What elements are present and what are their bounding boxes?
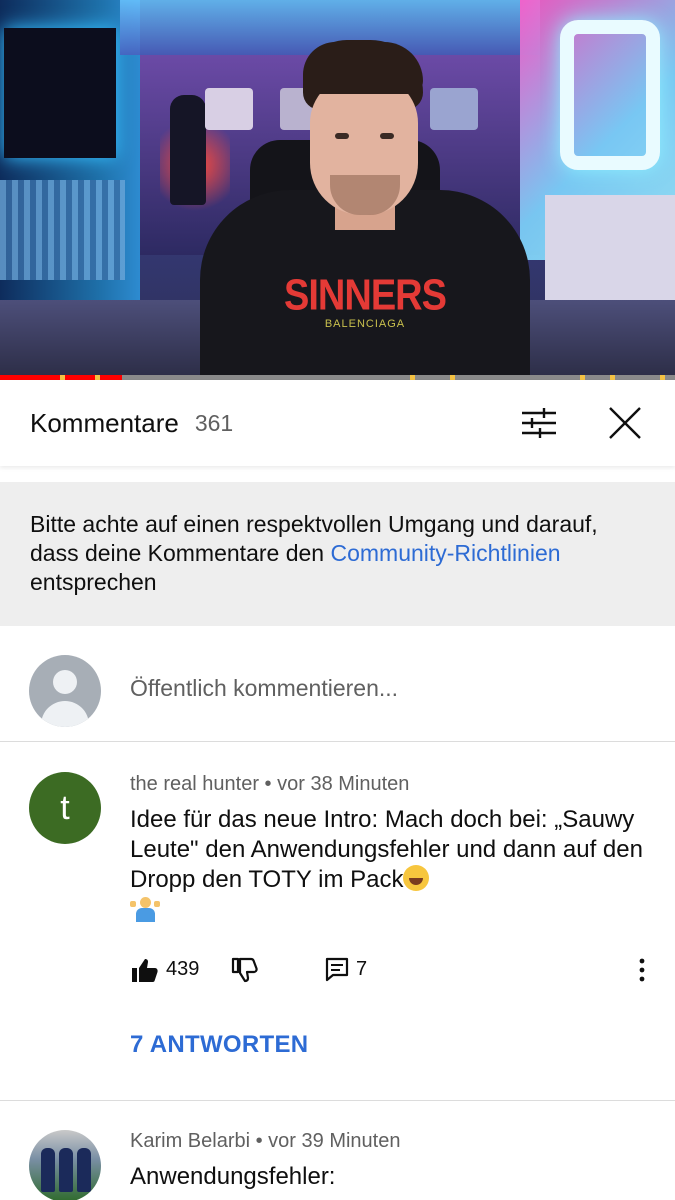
video-person	[380, 133, 394, 139]
more-options-icon[interactable]	[635, 957, 649, 983]
avatar	[29, 655, 101, 727]
comment-author[interactable]: the real hunter	[130, 773, 259, 795]
meta-separator: •	[264, 773, 278, 795]
comment-text: Idee für das neue Intro: Mach doch bei: …	[130, 805, 650, 925]
comment-meta: Karim Belarbi • vor 39 Minuten	[130, 1130, 400, 1153]
like-count: 439	[166, 958, 200, 980]
reply-icon[interactable]	[325, 957, 349, 983]
laughing-emoji-icon	[403, 865, 430, 891]
video-player[interactable]: SINNERS BALENCIAGA	[0, 0, 675, 378]
comment-author[interactable]: Karim Belarbi	[130, 1130, 250, 1152]
comment-body: Idee für das neue Intro: Mach doch bei: …	[130, 806, 643, 893]
community-guidelines-notice: Bitte achte auf einen respektvollen Umga…	[0, 482, 675, 626]
filter-sliders-icon[interactable]	[514, 402, 560, 444]
meta-separator: •	[255, 1130, 269, 1152]
view-replies-button[interactable]: 7 ANTWORTEN	[130, 1031, 308, 1059]
comments-count: 361	[194, 409, 234, 436]
avatar[interactable]	[29, 1130, 101, 1200]
thumbs-up-icon[interactable]	[130, 955, 160, 985]
thumbs-down-icon[interactable]	[230, 955, 260, 985]
shrug-emoji-icon	[130, 895, 160, 923]
shirt-print-subtext: BALENCIAGA	[324, 318, 406, 330]
video-background	[560, 20, 660, 170]
video-background	[170, 95, 206, 205]
video-background	[0, 180, 125, 280]
shirt-print-text: SINNERS	[284, 271, 447, 321]
comment-time: vor 38 Minuten	[277, 773, 410, 795]
comments-title: Kommentare	[30, 407, 179, 438]
community-guidelines-link[interactable]: Community-Richtlinien	[330, 540, 560, 566]
comment-text: Anwendungsfehler:	[130, 1163, 336, 1190]
comment-meta: the real hunter • vor 38 Minuten	[130, 773, 409, 796]
add-comment-row[interactable]: Öffentlich kommentieren...	[0, 627, 675, 742]
comment-time: vor 39 Minuten	[268, 1130, 401, 1152]
close-icon[interactable]	[602, 402, 648, 444]
comment-item: Karim Belarbi • vor 39 Minuten Anwendung…	[0, 1102, 675, 1200]
video-person	[303, 42, 423, 94]
comments-header: Kommentare 361	[0, 380, 675, 466]
video-background	[430, 88, 478, 130]
reply-count: 7	[356, 958, 368, 980]
notice-text-end: entsprechen	[30, 569, 157, 595]
comment-item: t the real hunter • vor 38 Minuten Idee …	[0, 743, 675, 1101]
comment-actions: 439 7	[130, 955, 650, 985]
avatar[interactable]: t	[29, 772, 101, 844]
video-background	[4, 28, 116, 158]
video-person	[335, 133, 349, 139]
comment-input[interactable]: Öffentlich kommentieren...	[130, 675, 398, 702]
video-background	[205, 88, 253, 130]
